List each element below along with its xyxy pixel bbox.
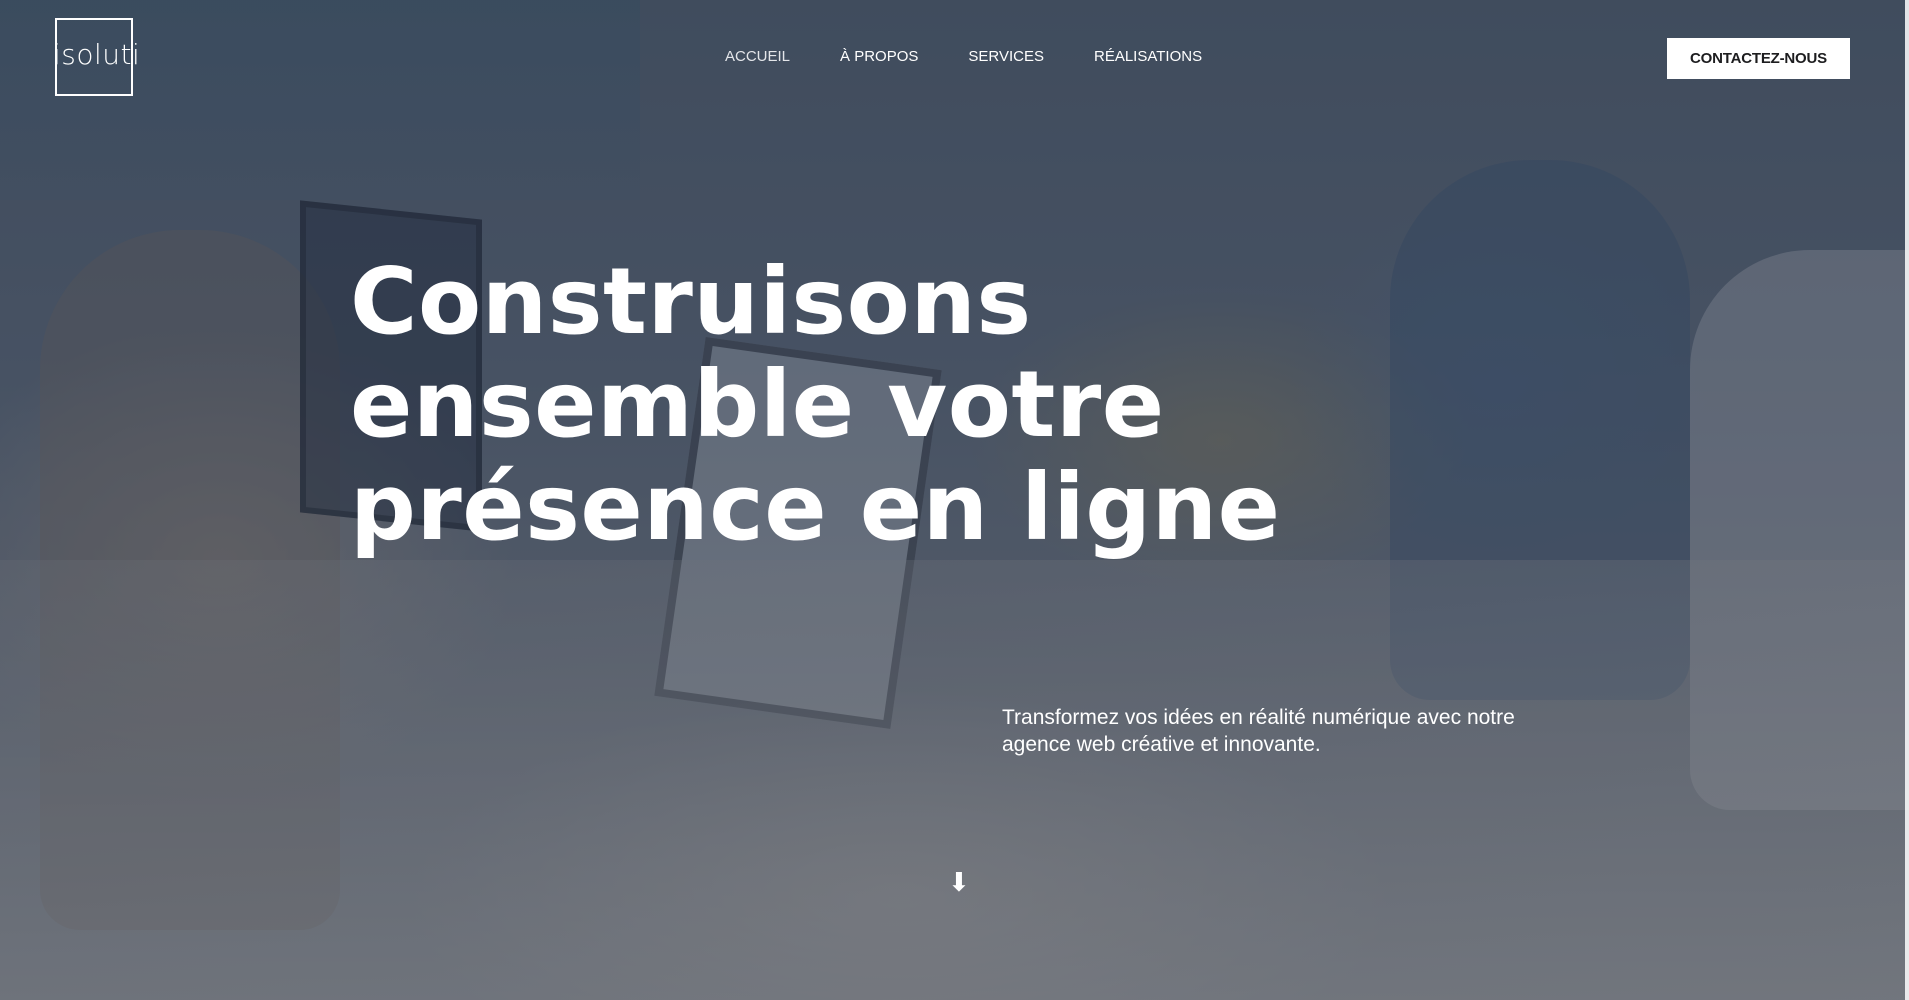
scrollbar[interactable] — [1905, 0, 1909, 1000]
logo[interactable]: isoluti — [53, 18, 140, 96]
headline-line: présence en ligne — [350, 454, 1281, 561]
contact-button[interactable]: CONTACTEZ-NOUS — [1667, 38, 1850, 79]
hero-headline: Construisons ensemble votre présence en … — [350, 250, 1350, 559]
headline-line: ensemble votre — [350, 351, 1165, 458]
main-nav: ACCUEIL À PROPOS SERVICES RÉALISATIONS — [725, 48, 1252, 65]
nav-item-a-propos[interactable]: À PROPOS — [840, 48, 918, 65]
hero-subtitle: Transformez vos idées en réalité numériq… — [1002, 706, 1515, 756]
hero-content: isoluti ACCUEIL À PROPOS SERVICES RÉALIS… — [0, 0, 1909, 1000]
arrow-down-icon[interactable]: ⬇ — [948, 868, 970, 898]
nav-item-realisations[interactable]: RÉALISATIONS — [1094, 48, 1202, 65]
nav-item-services[interactable]: SERVICES — [968, 48, 1044, 65]
headline-line: Construisons — [350, 248, 1032, 355]
nav-item-accueil[interactable]: ACCUEIL — [725, 48, 790, 65]
logo-text: isoluti — [53, 38, 141, 71]
hero-section: isoluti ACCUEIL À PROPOS SERVICES RÉALIS… — [0, 0, 1909, 1000]
